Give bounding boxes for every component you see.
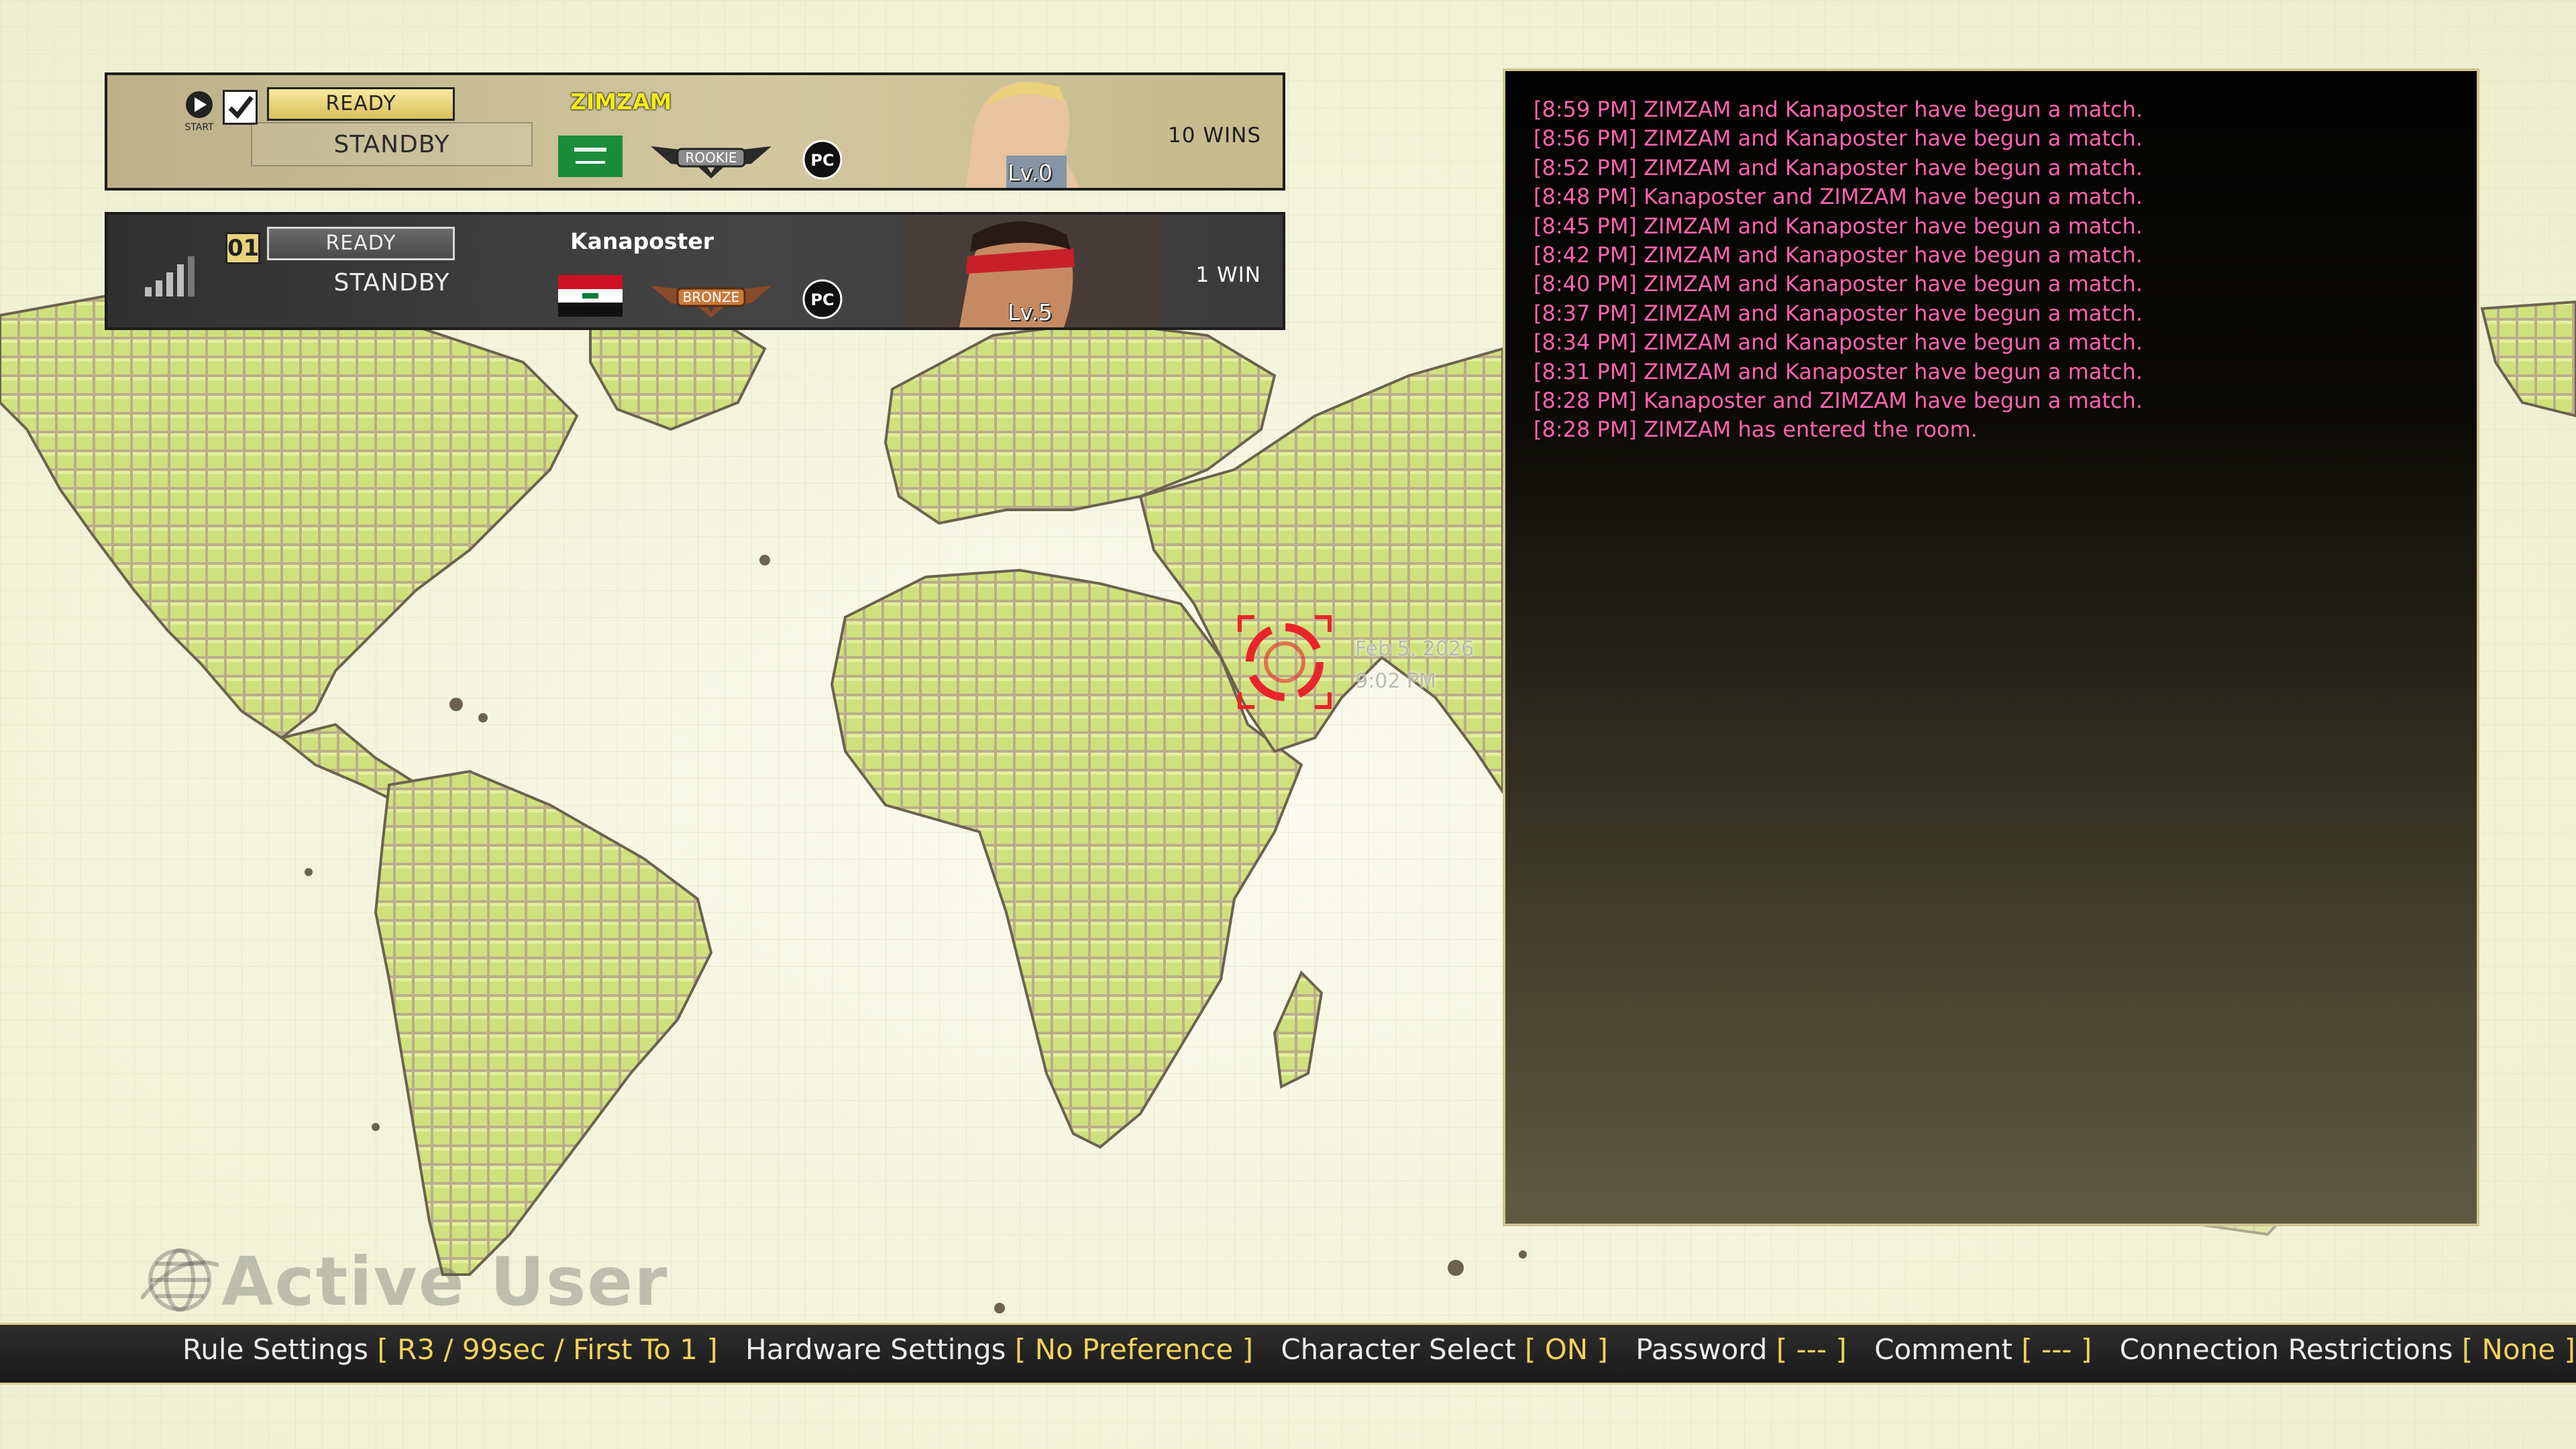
log-entry: [8:37 PM] ZIMZAM and Kanaposter have beg… (1534, 300, 2143, 326)
rookie-rank-badge-icon: ROOKIE (651, 146, 771, 178)
rank-label: BRONZE (683, 289, 740, 305)
pc-platform-icon: PC (802, 279, 843, 319)
log-entry: [8:28 PM] ZIMZAM has entered the room. (1534, 417, 1978, 443)
player-name: Kanaposter (570, 228, 714, 254)
player-name: ZIMZAM (570, 89, 672, 115)
log-entry: [8:31 PM] ZIMZAM and Kanaposter have beg… (1534, 358, 2143, 384)
log-entry: [8:59 PM] ZIMZAM and Kanaposter have beg… (1534, 97, 2143, 122)
ready-checkbox[interactable] (223, 90, 258, 125)
password-setting[interactable]: Password [ --- ] (1635, 1333, 1847, 1366)
room-log-panel[interactable]: [8:59 PM] ZIMZAM and Kanaposter have beg… (1503, 68, 2479, 1226)
comment-label: Comment (1874, 1333, 2012, 1366)
rule-settings-label: Rule Settings (182, 1333, 369, 1366)
standby-status: STANDBY (251, 122, 533, 166)
player-slot-2[interactable]: 01 READY STANDBY Kanaposter BRONZE PC Lv… (105, 212, 1285, 330)
hardware-settings-label: Hardware Settings (745, 1333, 1006, 1366)
rule-settings-value: [ R3 / 99sec / First To 1 ] (377, 1333, 718, 1366)
log-entry: [8:48 PM] Kanaposter and ZIMZAM have beg… (1534, 184, 2143, 210)
platform-label: PC (810, 290, 834, 309)
hardware-settings[interactable]: Hardware Settings [ No Preference ] (745, 1333, 1253, 1366)
log-entry: [8:42 PM] ZIMZAM and Kanaposter have beg… (1534, 242, 2143, 268)
ready-status: READY (267, 227, 455, 260)
rule-settings[interactable]: Rule Settings [ R3 / 99sec / First To 1 … (182, 1333, 718, 1366)
connection-signal-icon (145, 256, 195, 297)
room-settings-bar: Rule Settings [ R3 / 99sec / First To 1 … (0, 1323, 2576, 1385)
start-button-icon: START (184, 91, 214, 133)
saudi-arabia-flag-icon (558, 136, 623, 177)
connection-restrictions-value: [ None ] (2461, 1333, 2575, 1366)
password-value: [ --- ] (1776, 1333, 1847, 1366)
comment-value: [ --- ] (2021, 1333, 2092, 1366)
character-select-value: [ ON ] (1524, 1333, 1608, 1366)
iraq-flag-icon (558, 275, 623, 317)
log-entry: [8:34 PM] ZIMZAM and Kanaposter have beg… (1534, 329, 2143, 356)
log-entry: [8:56 PM] ZIMZAM and Kanaposter have beg… (1534, 125, 2143, 152)
log-entry: [8:40 PM] ZIMZAM and Kanaposter have beg… (1534, 271, 2143, 297)
checkmark-icon (228, 95, 254, 119)
character-select-setting[interactable]: Character Select [ ON ] (1281, 1333, 1608, 1366)
connection-restrictions-setting[interactable]: Connection Restrictions [ None ] (2120, 1333, 2575, 1366)
hardware-settings-value: [ No Preference ] (1014, 1333, 1253, 1366)
active-user-watermark: Active User (142, 1242, 668, 1321)
bronze-rank-badge-icon: BRONZE (651, 286, 771, 318)
watermark-text: Active User (221, 1242, 669, 1321)
log-list: [8:59 PM] ZIMZAM and Kanaposter have beg… (1534, 95, 2143, 445)
password-label: Password (1635, 1333, 1768, 1366)
character-select-label: Character Select (1281, 1333, 1516, 1366)
win-count: 1 WIN (1195, 263, 1261, 287)
win-count: 10 WINS (1168, 123, 1261, 148)
player-level: Lv.0 (1008, 160, 1053, 186)
marker-date: Feb 5, 2026 (1355, 637, 1474, 661)
comment-setting[interactable]: Comment [ --- ] (1874, 1333, 2092, 1366)
ready-status: READY (267, 87, 455, 121)
log-entry: [8:28 PM] Kanaposter and ZIMZAM have beg… (1534, 388, 2143, 414)
log-entry: [8:45 PM] ZIMZAM and Kanaposter have beg… (1534, 213, 2143, 239)
standby-status: STANDBY (333, 269, 450, 297)
start-label: START (184, 122, 214, 133)
player-level: Lv.5 (1008, 299, 1053, 325)
pc-platform-icon: PC (802, 140, 843, 180)
location-marker-icon (1238, 615, 1332, 709)
marker-datetime: Feb 5, 2026 9:02 PM (1355, 633, 1474, 698)
player-slot-1[interactable]: START READY STANDBY ZIMZAM ROOKIE PC Lv.… (105, 72, 1285, 191)
connection-restrictions-label: Connection Restrictions (2119, 1333, 2453, 1366)
platform-label: PC (810, 151, 834, 170)
slot-number: 01 (225, 232, 260, 264)
marker-time: 9:02 PM (1355, 669, 1436, 693)
rank-label: ROOKIE (685, 150, 737, 166)
settings-row: Rule Settings [ R3 / 99sec / First To 1 … (182, 1333, 2576, 1366)
log-entry: [8:52 PM] ZIMZAM and Kanaposter have beg… (1534, 154, 2143, 180)
